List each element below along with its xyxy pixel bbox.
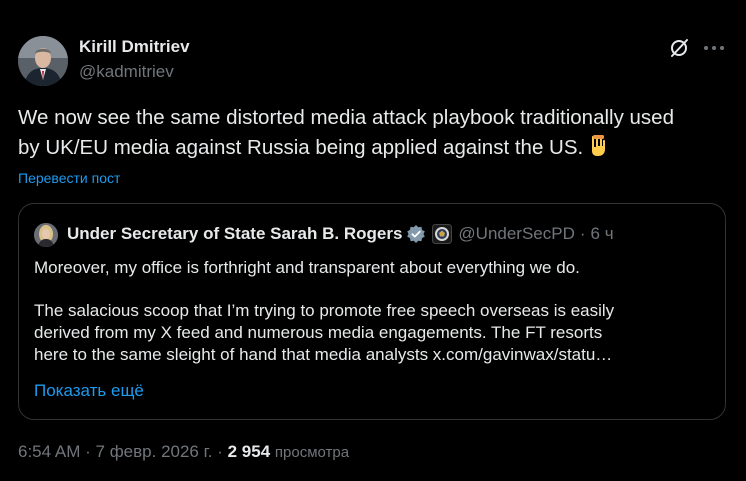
- quoted-text-line: The salacious scoop that I’m trying to p…: [34, 301, 615, 320]
- quoted-author-handle[interactable]: @UnderSecPD: [458, 224, 574, 244]
- tweet-text-line: by UK/EU media against Russia being appl…: [18, 136, 584, 159]
- translate-post-link[interactable]: Перевести пост: [18, 170, 120, 186]
- separator-dot: ·: [217, 442, 223, 461]
- verified-badge-icon[interactable]: [406, 224, 426, 244]
- more-options-icon[interactable]: [700, 37, 728, 59]
- quoted-paragraph: The salacious scoop that I’m trying to p…: [34, 300, 714, 366]
- quoted-text: Moreover, my office is forthright and tr…: [34, 257, 714, 366]
- author-name[interactable]: Kirill Dmitriev: [79, 37, 190, 57]
- tweet-date[interactable]: 7 февр. 2026 г.: [96, 442, 213, 461]
- quoted-text-line: derived from my X feed and numerous medi…: [34, 323, 603, 342]
- separator-dot: ·: [85, 442, 91, 461]
- quoted-timestamp[interactable]: 6 ч: [591, 224, 614, 244]
- views-label: просмотра: [274, 444, 350, 461]
- author-handle[interactable]: @kadmitriev: [79, 62, 174, 82]
- quoted-text-line: here to the same sleight of hand that me…: [34, 344, 714, 366]
- affiliation-seal-icon[interactable]: [432, 224, 453, 244]
- pointing-down-icon: [587, 134, 609, 167]
- quoted-link[interactable]: x.com/gavinwax/statu…: [433, 345, 613, 364]
- grok-icon[interactable]: [668, 37, 690, 59]
- show-more-link[interactable]: Показать ещё: [34, 381, 144, 401]
- tweet-meta: 6:54 AM · 7 февр. 2026 г. · 2 954 просмо…: [18, 442, 349, 462]
- separator-dot: ·: [579, 224, 586, 243]
- author-avatar[interactable]: [18, 36, 68, 86]
- quoted-text-fragment: here to the same sleight of hand that me…: [34, 345, 433, 364]
- tweet: Kirill Dmitriev @kadmitriev We now see t…: [0, 0, 746, 481]
- tweet-time[interactable]: 6:54 AM: [18, 442, 80, 461]
- quoted-author-name[interactable]: Under Secretary of State Sarah B. Rogers: [67, 224, 402, 244]
- views-count[interactable]: 2 954: [228, 442, 271, 461]
- quoted-header: Under Secretary of State Sarah B. Rogers…: [67, 224, 614, 244]
- quoted-author-avatar[interactable]: [34, 223, 58, 247]
- quoted-paragraph: Moreover, my office is forthright and tr…: [34, 258, 580, 277]
- quoted-tweet-card[interactable]: Under Secretary of State Sarah B. Rogers…: [18, 203, 726, 420]
- tweet-text: We now see the same distorted media atta…: [18, 103, 730, 167]
- tweet-text-line: We now see the same distorted media atta…: [18, 106, 674, 129]
